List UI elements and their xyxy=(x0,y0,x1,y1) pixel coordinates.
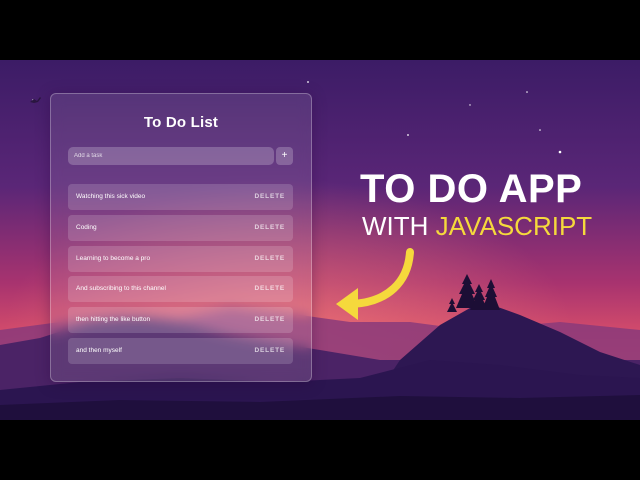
delete-button[interactable]: DELETE xyxy=(255,246,285,272)
task-text: then hitting the like button xyxy=(76,316,151,323)
headline-subtitle-prefix: WITH xyxy=(362,211,436,241)
task-text: And subscribing to this channel xyxy=(76,285,166,292)
task-item: Watching this sick video DELETE xyxy=(68,184,293,210)
headline-title: TO DO APP xyxy=(360,167,583,211)
headline-subtitle: WITH JAVASCRIPT xyxy=(362,208,602,244)
thumbnail-frame: To Do List + Watching this sick video DE… xyxy=(0,0,640,480)
task-item: then hitting the like button DELETE xyxy=(68,307,293,333)
task-text: Watching this sick video xyxy=(76,193,146,200)
delete-button[interactable]: DELETE xyxy=(255,215,285,241)
task-item: And subscribing to this channel DELETE xyxy=(68,276,293,302)
task-item: Learning to become a pro DELETE xyxy=(68,246,293,272)
delete-button[interactable]: DELETE xyxy=(255,307,285,333)
todo-card: To Do List + Watching this sick video DE… xyxy=(50,93,312,382)
add-task-button[interactable]: + xyxy=(276,147,293,165)
task-item: and then myself DELETE xyxy=(68,338,293,364)
todo-title: To Do List xyxy=(143,114,219,131)
delete-button[interactable]: DELETE xyxy=(255,276,285,302)
task-text: and then myself xyxy=(76,347,122,354)
letterbox-bottom xyxy=(0,420,640,480)
task-text: Learning to become a pro xyxy=(76,255,151,262)
delete-button[interactable]: DELETE xyxy=(255,184,285,210)
headline-subtitle-highlight: JAVASCRIPT xyxy=(435,211,593,241)
add-task-input[interactable] xyxy=(68,147,274,165)
delete-button[interactable]: DELETE xyxy=(255,338,285,364)
task-text: Coding xyxy=(76,224,97,231)
letterbox-top xyxy=(0,0,640,60)
task-item: Coding DELETE xyxy=(68,215,293,241)
